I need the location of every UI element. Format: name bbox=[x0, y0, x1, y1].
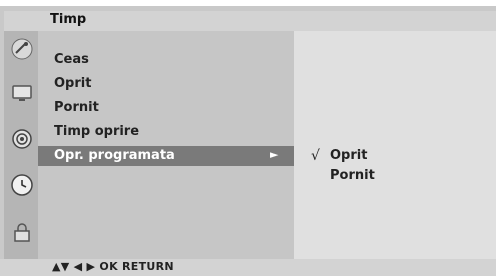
tv-screen-icon[interactable] bbox=[10, 81, 34, 105]
menu-item-opr-programata[interactable]: Opr. programata ► bbox=[38, 146, 294, 166]
category-sidebar bbox=[4, 31, 38, 259]
submenu-panel bbox=[294, 31, 496, 259]
top-rule bbox=[0, 0, 496, 6]
lock-icon[interactable] bbox=[10, 221, 34, 245]
navigation-hint: ▲▼ ◀ ▶ OK RETURN bbox=[52, 260, 174, 273]
checkmark-icon: √ bbox=[311, 148, 320, 164]
menu-item-timp-oprire[interactable]: Timp oprire bbox=[54, 124, 139, 139]
menu-item-oprit[interactable]: Oprit bbox=[54, 76, 91, 91]
menu-item-pornit[interactable]: Pornit bbox=[54, 100, 99, 115]
submenu-arrow-icon: ► bbox=[270, 148, 279, 161]
menu-item-ceas[interactable]: Ceas bbox=[54, 52, 89, 67]
selected-item-label: Opr. programata bbox=[54, 148, 175, 163]
speaker-icon[interactable] bbox=[10, 127, 34, 151]
menu-title: Timp bbox=[50, 12, 87, 27]
satellite-dish-icon[interactable] bbox=[10, 37, 34, 61]
clock-icon[interactable] bbox=[10, 173, 34, 197]
submenu-option-pornit[interactable]: Pornit bbox=[330, 168, 375, 183]
submenu-option-oprit[interactable]: Oprit bbox=[330, 148, 367, 163]
